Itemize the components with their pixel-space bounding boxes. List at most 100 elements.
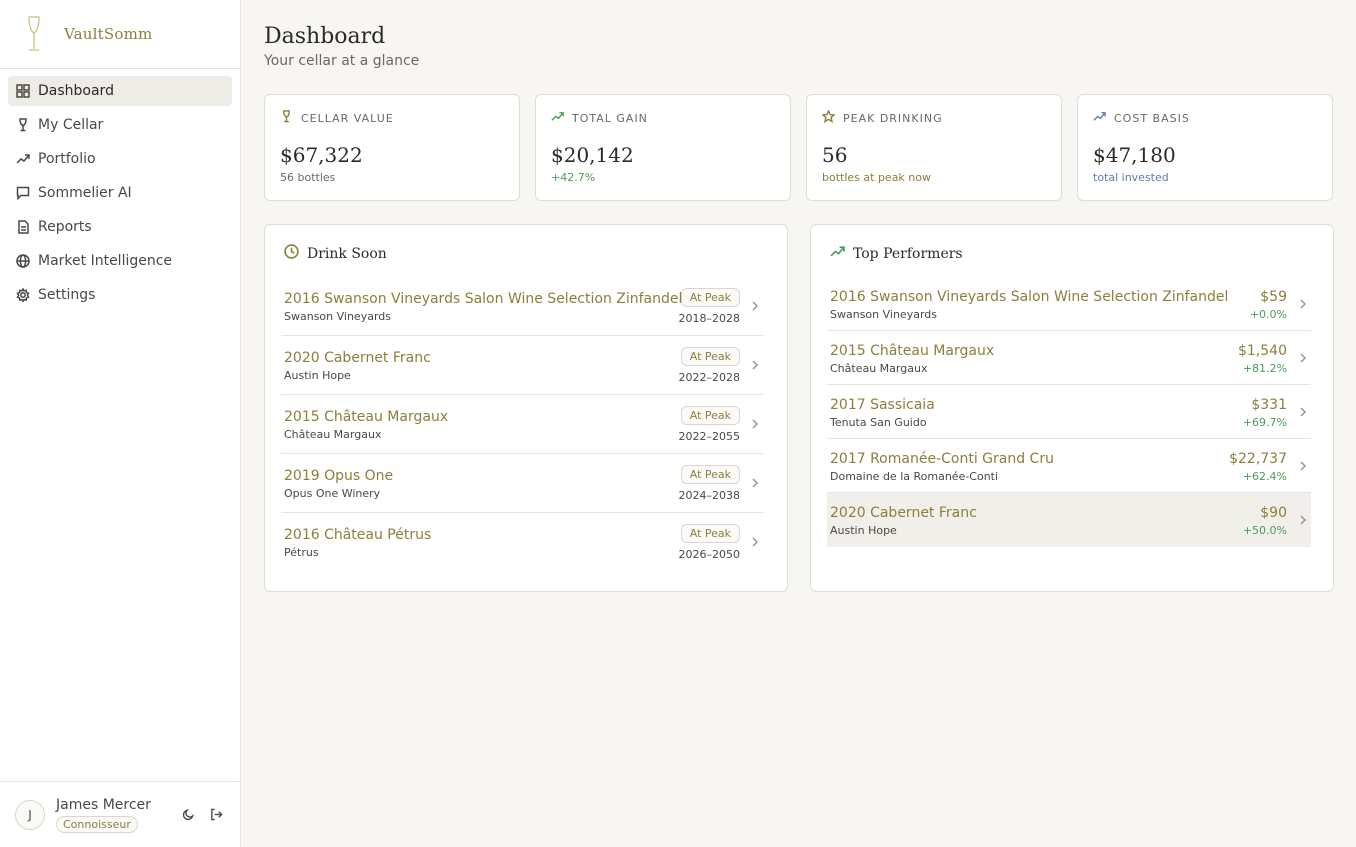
drink-soon-row[interactable]: 2020 Cabernet Franc Austin Hope At Peak … bbox=[281, 336, 763, 395]
sidebar-item-my-cellar[interactable]: My Cellar bbox=[8, 110, 232, 140]
stat-card-total-gain: Total Gain $20,142 +42.7% bbox=[535, 94, 791, 201]
chevron-right-icon bbox=[749, 477, 761, 489]
wine-name: 2017 Romanée-Conti Grand Cru bbox=[830, 451, 1054, 467]
chevron-right-icon bbox=[1297, 514, 1309, 526]
moon-icon[interactable] bbox=[181, 807, 197, 823]
wine-value: $22,737 bbox=[1229, 451, 1287, 467]
sidebar-item-dashboard[interactable]: Dashboard bbox=[8, 76, 232, 106]
drink-soon-row[interactable]: 2016 Château Pétrus Pétrus At Peak 2026–… bbox=[281, 513, 763, 572]
wine-name: 2015 Château Margaux bbox=[284, 409, 449, 425]
sign-out-icon[interactable] bbox=[209, 807, 225, 823]
stat-value: $20,142 bbox=[551, 143, 634, 167]
wine-value: $331 bbox=[1251, 397, 1287, 413]
drink-soon-row[interactable]: 2015 Château Margaux Château Margaux At … bbox=[281, 395, 763, 454]
sidebar-item-label: Reports bbox=[38, 219, 92, 235]
wine-producer: Opus One Winery bbox=[284, 487, 381, 500]
wine-name: 2020 Cabernet Franc bbox=[830, 505, 977, 521]
stat-value: $67,322 bbox=[280, 143, 363, 167]
globe-icon bbox=[16, 254, 30, 268]
wine-name: 2016 Swanson Vineyards Salon Wine Select… bbox=[830, 289, 1229, 305]
user-tier-badge: Connoisseur bbox=[56, 815, 138, 833]
wine-producer: Swanson Vineyards bbox=[284, 310, 391, 323]
wine-glass-icon bbox=[280, 110, 301, 126]
wine-value: $1,540 bbox=[1238, 343, 1287, 359]
chevron-right-icon bbox=[1297, 352, 1309, 364]
star-icon bbox=[821, 109, 843, 126]
chevron-right-icon bbox=[1297, 460, 1309, 472]
wine-change: +62.4% bbox=[1242, 470, 1287, 483]
brand-name: VaultSomm bbox=[64, 25, 153, 43]
panel-title: Drink Soon bbox=[284, 244, 387, 263]
sidebar-nav: Dashboard My Cellar Portfolio Sommelier … bbox=[0, 69, 240, 310]
wine-producer: Domaine de la Romanée-Conti bbox=[830, 470, 999, 483]
sidebar-item-label: Portfolio bbox=[38, 151, 96, 167]
sidebar-item-market-intelligence[interactable]: Market Intelligence bbox=[8, 246, 232, 276]
chevron-right-icon bbox=[749, 300, 761, 312]
trend-up-icon bbox=[551, 110, 572, 126]
wine-producer: Austin Hope bbox=[830, 524, 897, 537]
wine-producer: Tenuta San Guido bbox=[830, 416, 927, 429]
stat-value: $47,180 bbox=[1093, 143, 1176, 167]
drink-soon-row[interactable]: 2019 Opus One Opus One Winery At Peak 20… bbox=[281, 454, 763, 513]
user-name: James Mercer bbox=[56, 796, 151, 813]
top-performer-row[interactable]: 2016 Swanson Vineyards Salon Wine Select… bbox=[827, 277, 1311, 331]
stat-label: Cost Basis bbox=[1114, 111, 1190, 125]
trend-up-icon bbox=[830, 244, 853, 263]
chevron-right-icon bbox=[749, 536, 761, 548]
top-performer-row[interactable]: 2017 Sassicaia Tenuta San Guido $331 +69… bbox=[827, 385, 1311, 439]
drinking-window: 2022–2028 bbox=[678, 371, 741, 384]
trend-up-icon bbox=[16, 152, 30, 166]
wine-name: 2016 Swanson Vineyards Salon Wine Select… bbox=[284, 291, 683, 307]
sidebar-item-settings[interactable]: Settings bbox=[8, 280, 232, 310]
chevron-right-icon bbox=[1297, 298, 1309, 310]
wine-value: $59 bbox=[1260, 289, 1287, 305]
sidebar: VaultSomm Dashboard My Cellar Portfolio … bbox=[0, 0, 241, 847]
wine-producer: Château Margaux bbox=[284, 428, 382, 441]
stat-subtext: 56 bottles bbox=[280, 171, 336, 184]
top-performer-row[interactable]: 2020 Cabernet Franc Austin Hope $90 +50.… bbox=[827, 493, 1311, 547]
wine-change: +0.0% bbox=[1249, 308, 1287, 321]
stat-subtext: +42.7% bbox=[551, 171, 596, 184]
avatar[interactable]: J bbox=[15, 799, 45, 830]
top-performer-row[interactable]: 2017 Romanée-Conti Grand Cru Domaine de … bbox=[827, 439, 1311, 493]
sidebar-item-reports[interactable]: Reports bbox=[8, 212, 232, 242]
wine-name: 2019 Opus One bbox=[284, 468, 394, 484]
wine-glass-logo-icon bbox=[22, 14, 46, 54]
stat-label: Cellar Value bbox=[301, 111, 394, 125]
stat-value: 56 bbox=[822, 143, 848, 167]
wine-producer: Swanson Vineyards bbox=[830, 308, 937, 321]
sidebar-item-portfolio[interactable]: Portfolio bbox=[8, 144, 232, 174]
wine-glass-icon bbox=[16, 118, 30, 132]
panel-title-text: Top Performers bbox=[853, 245, 963, 262]
sidebar-item-label: Market Intelligence bbox=[38, 253, 173, 269]
stat-label: Total Gain bbox=[572, 111, 648, 125]
status-badge: At Peak bbox=[680, 288, 740, 307]
status-badge: At Peak bbox=[680, 406, 740, 425]
grid-icon bbox=[16, 84, 30, 98]
document-icon bbox=[16, 220, 30, 234]
panel-title: Top Performers bbox=[830, 244, 963, 263]
user-info: James Mercer Connoisseur bbox=[56, 797, 151, 833]
status-badge: At Peak bbox=[680, 347, 740, 366]
wine-name: 2017 Sassicaia bbox=[830, 397, 935, 413]
user-panel: J James Mercer Connoisseur bbox=[0, 781, 240, 847]
chevron-right-icon bbox=[1297, 406, 1309, 418]
gear-icon bbox=[16, 288, 30, 302]
drink-soon-row[interactable]: 2016 Swanson Vineyards Salon Wine Select… bbox=[281, 277, 763, 336]
wine-name: 2020 Cabernet Franc bbox=[284, 350, 431, 366]
sidebar-item-sommelier-ai[interactable]: Sommelier AI bbox=[8, 178, 232, 208]
drink-soon-panel: Drink Soon 2016 Swanson Vineyards Salon … bbox=[264, 224, 788, 592]
sidebar-item-label: Sommelier AI bbox=[38, 185, 132, 201]
wine-name: 2015 Château Margaux bbox=[830, 343, 995, 359]
sidebar-item-label: My Cellar bbox=[38, 117, 104, 133]
wine-change: +69.7% bbox=[1242, 416, 1287, 429]
top-performer-row[interactable]: 2015 Château Margaux Château Margaux $1,… bbox=[827, 331, 1311, 385]
clock-icon bbox=[284, 244, 307, 263]
wine-producer: Pétrus bbox=[284, 546, 319, 559]
status-badge: At Peak bbox=[680, 524, 740, 543]
status-badge: At Peak bbox=[680, 465, 740, 484]
brand[interactable]: VaultSomm bbox=[0, 0, 240, 69]
drinking-window: 2024–2038 bbox=[678, 489, 741, 502]
chevron-right-icon bbox=[749, 359, 761, 371]
stat-subtext: total invested bbox=[1093, 171, 1169, 184]
